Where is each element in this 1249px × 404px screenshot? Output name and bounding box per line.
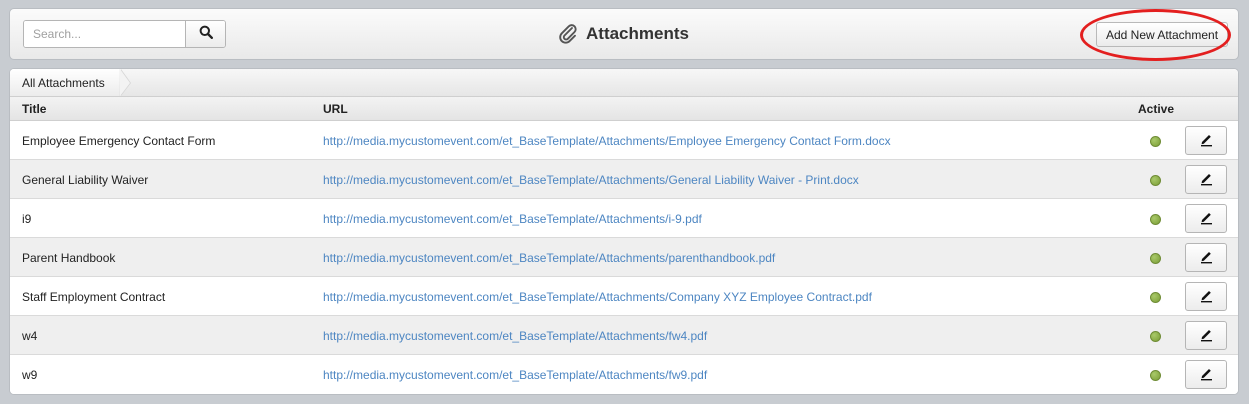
- row-url-link[interactable]: http://media.mycustomevent.com/et_BaseTe…: [323, 212, 702, 226]
- attachments-table-panel: All Attachments Title URL Active Employe…: [9, 68, 1239, 395]
- breadcrumb-separator-inner: [120, 69, 130, 96]
- pencil-icon: [1198, 326, 1214, 345]
- table-row: w9 http://media.mycustomevent.com/et_Bas…: [10, 355, 1238, 394]
- row-title: Employee Emergency Contact Form: [22, 134, 216, 148]
- breadcrumb: All Attachments: [10, 69, 1238, 97]
- table-row: General Liability Waiver http://media.my…: [10, 160, 1238, 199]
- breadcrumb-item-all-attachments[interactable]: All Attachments: [10, 69, 119, 96]
- search-icon: [199, 25, 213, 44]
- row-url-link[interactable]: http://media.mycustomevent.com/et_BaseTe…: [323, 290, 872, 304]
- table-row: w4 http://media.mycustomevent.com/et_Bas…: [10, 316, 1238, 355]
- search-box: [23, 20, 226, 48]
- pencil-icon: [1198, 131, 1214, 150]
- column-header-url[interactable]: URL: [323, 102, 348, 116]
- column-header-active[interactable]: Active: [1138, 102, 1174, 116]
- page-title-group: Attachments: [558, 21, 689, 47]
- active-status-dot: [1150, 136, 1161, 147]
- row-title: General Liability Waiver: [22, 173, 149, 187]
- active-status-dot: [1150, 370, 1161, 381]
- edit-button[interactable]: [1185, 282, 1227, 311]
- table-row: Staff Employment Contract http://media.m…: [10, 277, 1238, 316]
- row-title: Parent Handbook: [22, 251, 116, 265]
- pencil-icon: [1198, 287, 1214, 306]
- row-url-link[interactable]: http://media.mycustomevent.com/et_BaseTe…: [323, 173, 859, 187]
- paperclip-icon: [558, 22, 580, 46]
- edit-button[interactable]: [1185, 243, 1227, 272]
- active-status-dot: [1150, 331, 1161, 342]
- add-new-attachment-button[interactable]: Add New Attachment: [1096, 22, 1228, 47]
- active-status-dot: [1150, 292, 1161, 303]
- edit-button[interactable]: [1185, 321, 1227, 350]
- row-title: Staff Employment Contract: [22, 290, 166, 304]
- row-title: i9: [22, 212, 32, 226]
- edit-button[interactable]: [1185, 204, 1227, 233]
- pencil-icon: [1198, 365, 1214, 384]
- row-url-link[interactable]: http://media.mycustomevent.com/et_BaseTe…: [323, 329, 707, 343]
- table-row: i9 http://media.mycustomevent.com/et_Bas…: [10, 199, 1238, 238]
- edit-button[interactable]: [1185, 126, 1227, 155]
- table-row: Parent Handbook http://media.mycustomeve…: [10, 238, 1238, 277]
- row-title: w9: [22, 368, 38, 382]
- pencil-icon: [1198, 248, 1214, 267]
- row-url-link[interactable]: http://media.mycustomevent.com/et_BaseTe…: [323, 134, 891, 148]
- row-url-link[interactable]: http://media.mycustomevent.com/et_BaseTe…: [323, 368, 707, 382]
- search-button[interactable]: [185, 21, 225, 47]
- table-header: Title URL Active: [10, 97, 1238, 121]
- edit-button[interactable]: [1185, 165, 1227, 194]
- page-title: Attachments: [586, 24, 689, 43]
- row-url-link[interactable]: http://media.mycustomevent.com/et_BaseTe…: [323, 251, 775, 265]
- column-header-title[interactable]: Title: [22, 102, 46, 116]
- active-status-dot: [1150, 253, 1161, 264]
- search-input[interactable]: [24, 21, 186, 47]
- pencil-icon: [1198, 209, 1214, 228]
- edit-button[interactable]: [1185, 360, 1227, 389]
- table-row: Employee Emergency Contact Form http://m…: [10, 121, 1238, 160]
- header-toolbar: Attachments Add New Attachment: [9, 8, 1239, 60]
- active-status-dot: [1150, 214, 1161, 225]
- pencil-icon: [1198, 170, 1214, 189]
- active-status-dot: [1150, 175, 1161, 186]
- row-title: w4: [22, 329, 38, 343]
